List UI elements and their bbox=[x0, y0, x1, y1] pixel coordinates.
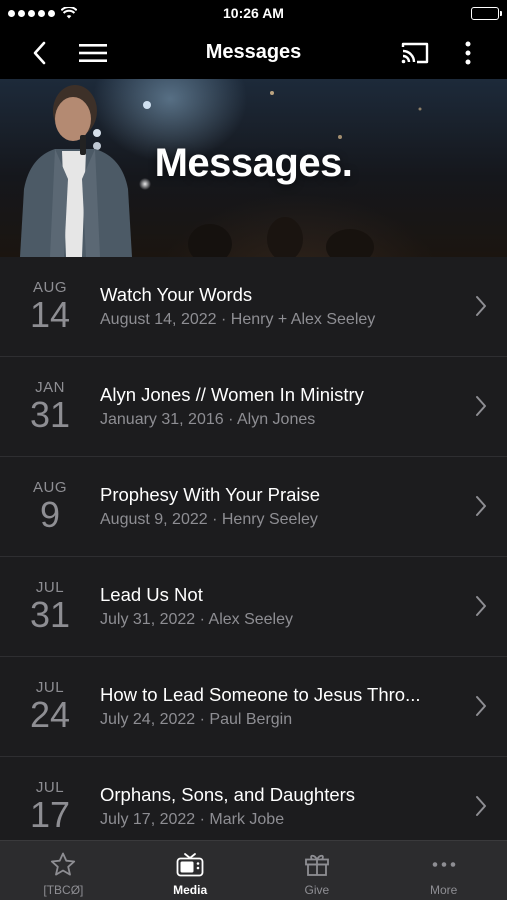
message-subtitle: August 14, 2022 · Henry + Alex Seeley bbox=[100, 311, 376, 328]
overflow-menu-button[interactable] bbox=[456, 26, 480, 79]
message-subtitle: July 24, 2022 · Paul Bergin bbox=[100, 711, 293, 728]
date-day: 17 bbox=[29, 794, 71, 835]
message-title: Lead Us Not bbox=[100, 584, 203, 605]
chevron-right-icon bbox=[476, 796, 486, 816]
gift-icon bbox=[304, 854, 329, 876]
message-title: Prophesy With Your Praise bbox=[100, 484, 321, 505]
tab-media[interactable]: Media bbox=[127, 841, 254, 900]
tab-more[interactable]: More bbox=[380, 841, 507, 900]
date-day: 31 bbox=[29, 594, 71, 635]
hamburger-icon bbox=[79, 43, 107, 62]
date-badge: AUG 14 bbox=[0, 279, 100, 335]
chevron-right-icon bbox=[476, 496, 486, 516]
chevron-right-icon bbox=[476, 696, 486, 716]
date-badge: JUL 31 bbox=[0, 579, 100, 635]
cast-icon bbox=[401, 42, 429, 63]
date-badge: AUG 9 bbox=[0, 479, 100, 535]
nav-bar: Messages bbox=[0, 26, 507, 79]
list-item[interactable]: JAN 31 Alyn Jones // Women In Ministry J… bbox=[0, 357, 507, 457]
tab-label: Media bbox=[173, 883, 208, 897]
message-title: Orphans, Sons, and Daughters bbox=[100, 784, 356, 805]
star-icon bbox=[51, 852, 76, 876]
cast-button[interactable] bbox=[398, 26, 432, 79]
chevron-left-icon bbox=[33, 41, 46, 64]
hero-title: Messages. bbox=[154, 141, 353, 185]
message-subtitle: January 31, 2016 · Alyn Jones bbox=[100, 411, 316, 428]
message-title: Alyn Jones // Women In Ministry bbox=[100, 384, 364, 405]
message-title: How to Lead Someone to Jesus Thro... bbox=[100, 684, 421, 705]
list-item[interactable]: JUL 17 Orphans, Sons, and Daughters July… bbox=[0, 757, 507, 840]
chevron-right-icon bbox=[476, 396, 486, 416]
date-badge: JUL 24 bbox=[0, 679, 100, 735]
tab-give[interactable]: Give bbox=[254, 841, 381, 900]
list-item[interactable]: AUG 14 Watch Your Words August 14, 2022 … bbox=[0, 257, 507, 357]
date-day: 9 bbox=[39, 494, 61, 535]
list-item[interactable]: JUL 24 How to Lead Someone to Jesus Thro… bbox=[0, 657, 507, 757]
date-day: 24 bbox=[29, 694, 71, 735]
tv-icon bbox=[176, 853, 204, 877]
message-subtitle: July 31, 2022 · Alex Seeley bbox=[100, 611, 294, 628]
more-dots-icon bbox=[432, 862, 455, 867]
chevron-right-icon bbox=[476, 596, 486, 616]
status-time: 10:26 AM bbox=[223, 5, 284, 21]
tab-tbco[interactable]: [TBCØ] bbox=[0, 841, 127, 900]
date-day: 31 bbox=[29, 394, 71, 435]
date-day: 14 bbox=[29, 294, 71, 335]
date-badge: JUL 17 bbox=[0, 779, 100, 835]
tab-label: Give bbox=[304, 883, 330, 897]
tab-bar: [TBCØ] Media Give More bbox=[0, 840, 507, 900]
status-bar: 10:26 AM bbox=[0, 0, 507, 26]
tab-label: More bbox=[429, 883, 458, 897]
message-subtitle: July 17, 2022 · Mark Jobe bbox=[100, 811, 285, 828]
message-title: Watch Your Words bbox=[100, 284, 253, 305]
back-button[interactable] bbox=[24, 26, 54, 79]
message-list[interactable]: AUG 14 Watch Your Words August 14, 2022 … bbox=[0, 257, 507, 840]
menu-button[interactable] bbox=[78, 26, 108, 79]
list-item[interactable]: AUG 9 Prophesy With Your Praise August 9… bbox=[0, 457, 507, 557]
list-item[interactable]: JUL 31 Lead Us Not July 31, 2022 · Alex … bbox=[0, 557, 507, 657]
more-vertical-icon bbox=[465, 41, 471, 64]
tab-label: [TBCØ] bbox=[43, 883, 84, 897]
battery-icon bbox=[471, 6, 502, 20]
message-subtitle: August 9, 2022 · Henry Seeley bbox=[100, 511, 318, 528]
chevron-right-icon bbox=[476, 296, 486, 316]
hero-banner: Messages. bbox=[0, 79, 507, 257]
date-badge: JAN 31 bbox=[0, 379, 100, 435]
